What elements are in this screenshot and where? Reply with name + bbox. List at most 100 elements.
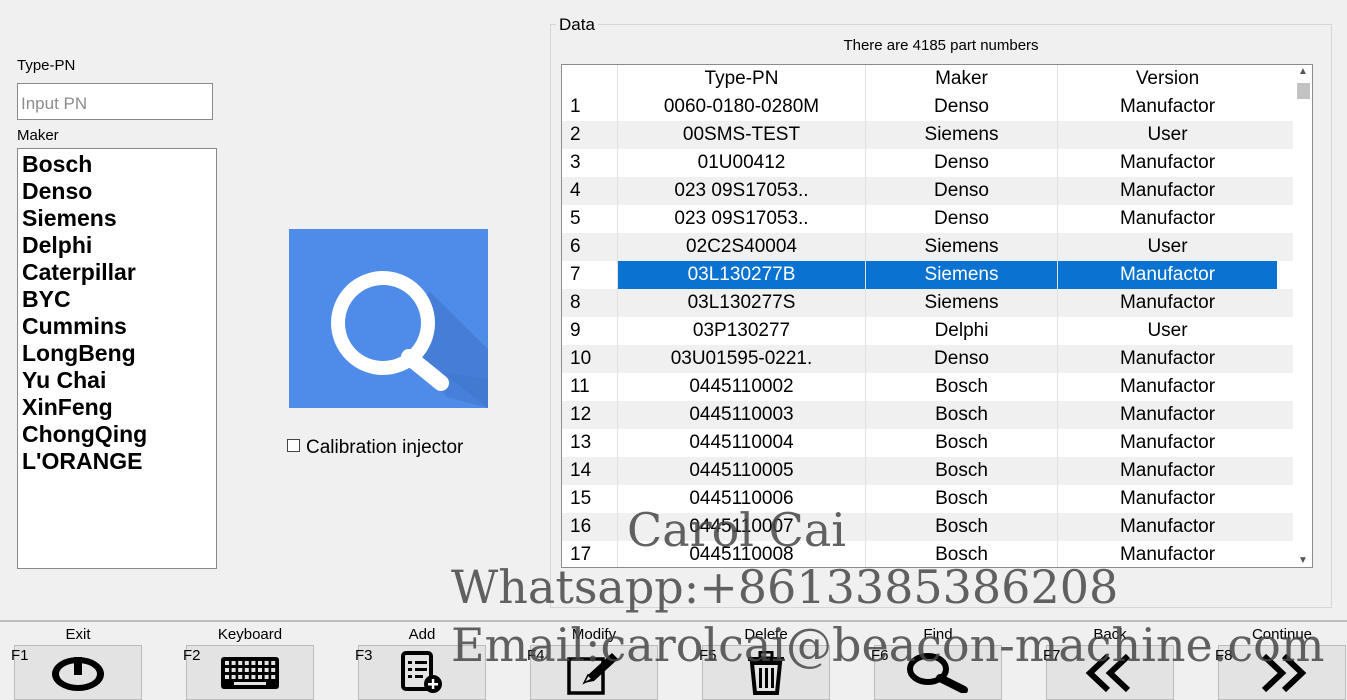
maker-item[interactable]: LongBeng xyxy=(18,340,216,367)
table-row[interactable]: 14 0445110005 Bosch Manufactor xyxy=(562,457,1293,485)
table-row[interactable]: 15 0445110006 Bosch Manufactor xyxy=(562,485,1293,513)
row-maker: Siemens xyxy=(865,289,1057,317)
table-row[interactable]: 2 00SMS-TEST Siemens User xyxy=(562,121,1293,149)
modify-button[interactable]: Modify F4 xyxy=(527,626,658,700)
exit-button[interactable]: Exit F1 xyxy=(11,626,142,700)
row-type-pn: 0445110003 xyxy=(617,401,865,429)
table-row[interactable]: 4 023 09S17053.. Denso Manufactor xyxy=(562,177,1293,205)
row-version: Manufactor xyxy=(1057,261,1277,289)
search-button[interactable] xyxy=(289,229,488,408)
row-version: Manufactor xyxy=(1057,177,1277,205)
button-label: Keyboard xyxy=(217,626,283,643)
row-type-pn: 00SMS-TEST xyxy=(617,121,865,149)
header-index xyxy=(562,65,617,93)
row-version: Manufactor xyxy=(1057,429,1277,457)
table-row[interactable]: 17 0445110008 Bosch Manufactor xyxy=(562,541,1293,567)
row-type-pn: 0445110008 xyxy=(617,541,865,567)
calibration-injector-checkbox[interactable]: Calibration injector xyxy=(287,437,463,459)
row-type-pn: 023 09S17053.. xyxy=(617,205,865,233)
add-list-icon xyxy=(358,645,486,700)
part-count-text: There are 4185 part numbers xyxy=(843,37,1039,54)
double-chevron-left-icon xyxy=(1046,645,1174,700)
row-type-pn: 03U01595-0221. xyxy=(617,345,865,373)
row-version: Manufactor xyxy=(1057,513,1277,541)
header-maker[interactable]: Maker xyxy=(865,65,1057,93)
checkbox-box[interactable] xyxy=(287,439,300,452)
table-row[interactable]: 16 0445110007 Bosch Manufactor xyxy=(562,513,1293,541)
table-row[interactable]: 9 03P130277 Delphi User xyxy=(562,317,1293,345)
button-label: Find xyxy=(923,626,953,643)
row-maker: Denso xyxy=(865,149,1057,177)
scroll-up-icon[interactable]: ▲ xyxy=(1294,66,1312,77)
row-index: 2 xyxy=(570,124,581,145)
row-maker: Denso xyxy=(865,205,1057,233)
table-row[interactable]: 10 03U01595-0221. Denso Manufactor xyxy=(562,345,1293,373)
data-title: Data xyxy=(556,15,598,35)
continue-button[interactable]: Continue F8 xyxy=(1215,626,1346,700)
delete-button[interactable]: Delete F5 xyxy=(699,626,830,700)
row-version: Manufactor xyxy=(1057,541,1277,567)
part-number-table[interactable]: Type-PN Maker Version 1 0060-0180-0280M De… xyxy=(561,64,1313,568)
find-button[interactable]: Find F6 xyxy=(871,626,1002,700)
row-type-pn: 01U00412 xyxy=(617,149,865,177)
keyboard-icon xyxy=(186,645,314,700)
row-maker: Siemens xyxy=(865,233,1057,261)
vertical-scrollbar[interactable]: ▲ ▼ xyxy=(1294,65,1312,567)
row-index: 16 xyxy=(570,516,592,537)
maker-item[interactable]: Bosch xyxy=(18,151,216,178)
maker-item[interactable]: L'ORANGE xyxy=(18,448,216,475)
keyboard-button[interactable]: Keyboard F2 xyxy=(183,626,314,700)
row-version: Manufactor xyxy=(1057,289,1277,317)
maker-item[interactable]: XinFeng xyxy=(18,394,216,421)
type-pn-input[interactable] xyxy=(17,83,213,120)
row-type-pn: 02C2S40004 xyxy=(617,233,865,261)
row-index: 12 xyxy=(570,404,592,425)
scroll-thumb[interactable] xyxy=(1297,83,1310,99)
row-version: Manufactor xyxy=(1057,373,1277,401)
add-button[interactable]: Add F3 xyxy=(355,626,486,700)
maker-item[interactable]: ChongQing xyxy=(18,421,216,448)
row-version: Manufactor xyxy=(1057,457,1277,485)
table-row[interactable]: 11 0445110002 Bosch Manufactor xyxy=(562,373,1293,401)
maker-item[interactable]: Caterpillar xyxy=(18,259,216,286)
table-row[interactable]: 13 0445110004 Bosch Manufactor xyxy=(562,429,1293,457)
row-index: 9 xyxy=(570,320,581,341)
table-row[interactable]: 1 0060-0180-0280M Denso Manufactor xyxy=(562,93,1293,121)
maker-item[interactable]: Yu Chai xyxy=(18,367,216,394)
header-version[interactable]: Version xyxy=(1057,65,1277,93)
row-type-pn: 03L130277B xyxy=(617,261,865,289)
calibration-label: Calibration injector xyxy=(306,437,464,458)
row-index: 15 xyxy=(570,488,592,509)
maker-item[interactable]: Denso xyxy=(18,178,216,205)
row-version: Manufactor xyxy=(1057,345,1277,373)
table-row[interactable]: 5 023 09S17053.. Denso Manufactor xyxy=(562,205,1293,233)
row-type-pn: 0060-0180-0280M xyxy=(617,93,865,121)
search-icon xyxy=(874,645,1002,700)
maker-item[interactable]: BYC xyxy=(18,286,216,313)
table-row[interactable]: 8 03L130277S Siemens Manufactor xyxy=(562,289,1293,317)
row-maker: Bosch xyxy=(865,513,1057,541)
table-row[interactable]: 7 03L130277B Siemens Manufactor xyxy=(562,261,1293,289)
row-type-pn: 0445110005 xyxy=(617,457,865,485)
row-maker: Denso xyxy=(865,345,1057,373)
maker-list[interactable]: Bosch Denso Siemens Delphi Caterpillar B… xyxy=(17,148,217,569)
button-label: Back xyxy=(1093,626,1127,643)
maker-item[interactable]: Cummins xyxy=(18,313,216,340)
scroll-down-icon[interactable]: ▼ xyxy=(1294,555,1312,566)
row-version: User xyxy=(1057,233,1277,261)
back-button[interactable]: Back F7 xyxy=(1043,626,1174,700)
header-type-pn[interactable]: Type-PN xyxy=(617,65,865,93)
type-pn-label: Type-PN xyxy=(17,57,76,74)
table-row[interactable]: 6 02C2S40004 Siemens User xyxy=(562,233,1293,261)
table-row[interactable]: 12 0445110003 Bosch Manufactor xyxy=(562,401,1293,429)
row-index: 5 xyxy=(570,208,581,229)
row-type-pn: 0445110004 xyxy=(617,429,865,457)
maker-item[interactable]: Siemens xyxy=(18,205,216,232)
button-label: Modify xyxy=(571,626,617,643)
row-version: Manufactor xyxy=(1057,205,1277,233)
table-row[interactable]: 3 01U00412 Denso Manufactor xyxy=(562,149,1293,177)
row-version: Manufactor xyxy=(1057,401,1277,429)
row-index: 17 xyxy=(570,544,592,565)
maker-item[interactable]: Delphi xyxy=(18,232,216,259)
row-index: 11 xyxy=(570,376,590,397)
